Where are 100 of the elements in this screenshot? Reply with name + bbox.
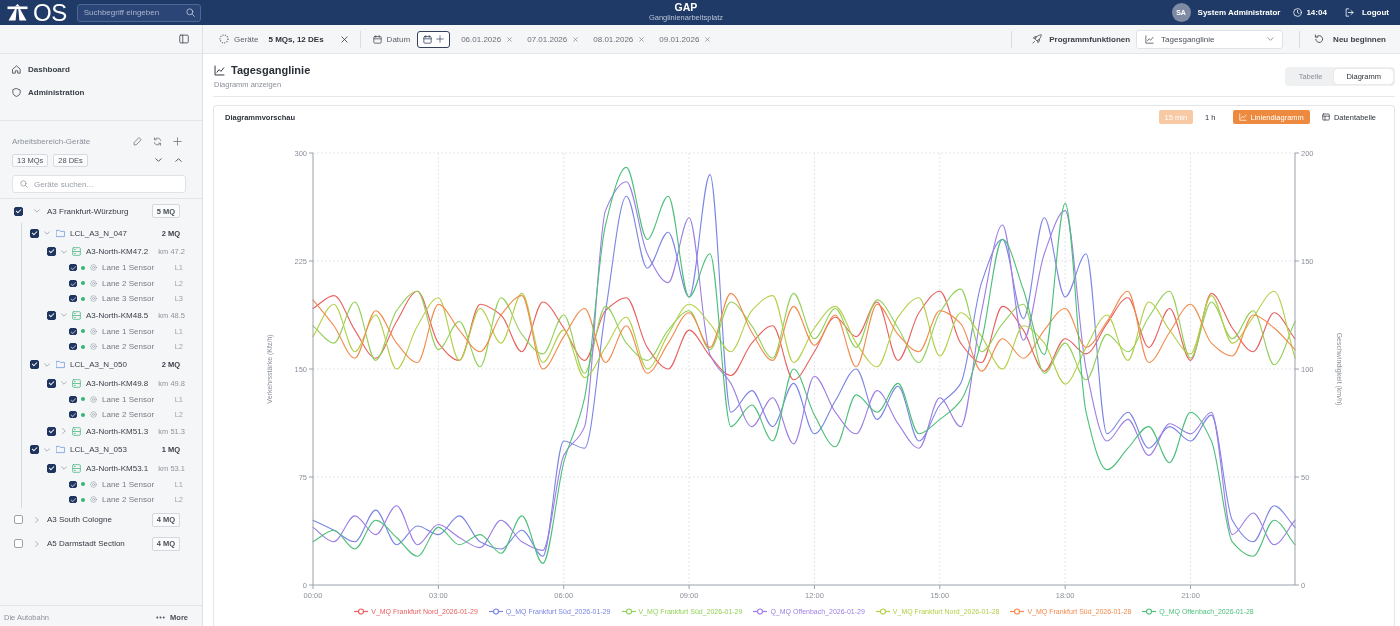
functions-label: Programmfunktionen: [1049, 34, 1131, 44]
legend-marker-icon: [1142, 607, 1157, 615]
legend-marker-icon: [753, 607, 768, 615]
sensor-label: Lane 1 Sensor: [102, 479, 155, 489]
checkbox[interactable]: [47, 378, 56, 388]
line-chart-icon: [1145, 34, 1155, 44]
pencil-icon[interactable]: [133, 136, 142, 146]
chevron-down-icon[interactable]: [155, 158, 162, 162]
rack-icon: [72, 378, 81, 388]
sensor-label: Lane 2 Sensor: [102, 278, 155, 288]
sensor-label: Lane 3 Sensor: [102, 294, 155, 304]
station-label: A3-North-KM47.2: [86, 247, 149, 256]
legend-marker-icon: [875, 607, 890, 615]
sensor-label: Lane 1 Sensor: [102, 326, 155, 336]
station-label: A3-North-KM48.5: [86, 310, 149, 320]
checkbox[interactable]: [30, 360, 39, 369]
checkbox[interactable]: [69, 264, 77, 272]
sensor-label: Lane 2 Sensor: [102, 410, 155, 420]
date-chip[interactable]: 06.01.2026: [461, 34, 513, 44]
calendar-icon: [423, 34, 433, 44]
group-label: LCL_A3_N_053: [70, 445, 127, 454]
chevron-down-icon: [1267, 37, 1275, 41]
clock-icon: [1293, 8, 1303, 17]
section-title: Arbeitsbereich-Geräte: [12, 136, 91, 146]
dots-icon: [156, 616, 166, 619]
checkbox[interactable]: [14, 206, 23, 216]
checkbox[interactable]: [47, 310, 56, 320]
legend-marker-icon: [1010, 607, 1025, 615]
devices-value: 5 MQs, 12 DEs: [268, 34, 324, 44]
time-text: 14:04: [1306, 8, 1327, 17]
legend-marker-icon: [621, 607, 636, 615]
user-name: System Administrator: [1197, 8, 1281, 17]
close-icon: [573, 36, 579, 42]
checkbox[interactable]: [30, 228, 39, 238]
app-title: GAP: [673, 2, 699, 13]
plus-icon: [436, 35, 445, 43]
rocket-icon: [1032, 34, 1043, 44]
shield-icon: [12, 88, 21, 97]
sensor-label: Lane 2 Sensor: [102, 495, 155, 505]
road-label: A5 Darmstadt Section: [47, 539, 125, 548]
highway-icon: [7, 4, 28, 21]
device-search-field[interactable]: Geräte suchen...: [12, 175, 186, 193]
checkbox[interactable]: [47, 247, 56, 256]
date-label: Datum: [386, 34, 411, 44]
rack-icon: [72, 247, 81, 256]
checkbox[interactable]: [69, 480, 77, 488]
checkbox[interactable]: [69, 279, 77, 287]
station-label: A3-North-KM49.8: [86, 378, 149, 388]
group-label: LCL_A3_N_050: [70, 360, 127, 369]
reset-icon: [1314, 34, 1325, 44]
checkbox[interactable]: [69, 343, 77, 351]
checkbox[interactable]: [69, 295, 77, 303]
close-icon: [705, 36, 711, 42]
checkbox[interactable]: [30, 445, 39, 454]
date-chip[interactable]: 09.01.2026: [659, 34, 711, 44]
logout-button[interactable]: Logout: [1344, 8, 1389, 17]
checkbox[interactable]: [69, 395, 77, 403]
logout-icon: [1344, 8, 1354, 17]
checkbox[interactable]: [47, 426, 56, 436]
refresh-icon[interactable]: [153, 136, 162, 146]
date-chip[interactable]: 08.01.2026: [593, 34, 645, 44]
date-chip[interactable]: 07.01.2026: [527, 34, 579, 44]
folder-icon: [56, 445, 65, 454]
plus-icon[interactable]: [173, 136, 182, 146]
checkbox[interactable]: [47, 463, 56, 473]
line-chart-icon: [214, 64, 225, 76]
legend-marker-icon: [354, 607, 369, 615]
checkbox[interactable]: [69, 496, 77, 504]
sidebar-toggle-icon[interactable]: [179, 34, 189, 44]
checkbox[interactable]: [14, 539, 23, 548]
devices-label: Geräte: [234, 34, 259, 44]
sensor-label: Lane 1 Sensor: [102, 263, 155, 273]
nav-item[interactable]: Dashboard: [8, 58, 194, 81]
checkbox[interactable]: [14, 515, 23, 524]
station-label: A3-North-KM53.1: [86, 463, 149, 473]
nav-item[interactable]: Administration: [8, 81, 194, 104]
close-icon: [507, 36, 513, 42]
road-label: A3 South Cologne: [47, 515, 112, 524]
folder-icon: [56, 228, 65, 238]
add-date-button[interactable]: [417, 30, 451, 48]
checkbox[interactable]: [69, 327, 77, 335]
logo-text: OS: [33, 0, 67, 25]
road-label: A3 Frankfurt-Würzburg: [47, 206, 129, 216]
home-icon: [12, 65, 21, 74]
sensor-label: Lane 1 Sensor: [102, 394, 155, 404]
close-icon: [639, 36, 645, 42]
table-icon: [1321, 113, 1330, 121]
reset-button[interactable]: Neu beginnen: [1314, 34, 1386, 44]
search-field[interactable]: Suchbegriff eingeben: [76, 3, 201, 22]
group-label: LCL_A3_N_047: [70, 228, 127, 238]
station-label: A3-North-KM51.3: [86, 426, 149, 436]
function-select[interactable]: Tagesganglinie: [1136, 29, 1284, 49]
dotted-circle-icon: [219, 34, 229, 44]
calendar-icon: [372, 34, 382, 44]
page-title: Tagesganglinie: [231, 64, 311, 76]
close-icon[interactable]: [340, 35, 348, 43]
checkbox[interactable]: [69, 411, 77, 419]
line-chart-icon: [1238, 113, 1247, 121]
search-icon: [20, 180, 28, 188]
chevron-up-icon[interactable]: [175, 158, 182, 162]
